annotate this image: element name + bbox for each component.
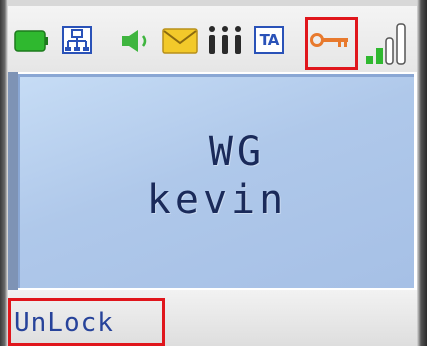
- signal-strength-icon: [366, 23, 406, 65]
- device-bezel-left: [0, 0, 8, 346]
- speaker-icon: [122, 30, 147, 52]
- main-display: WG kevin: [18, 74, 414, 288]
- lines-icon: [209, 26, 241, 54]
- network-icon: [62, 26, 92, 54]
- display-line-1: WG: [208, 129, 266, 175]
- ta-icon: TA: [254, 26, 284, 54]
- message-icon: [162, 28, 198, 54]
- display-edge: [8, 72, 18, 290]
- ta-label: TA: [259, 31, 280, 49]
- battery-icon: [14, 30, 48, 52]
- unlock-softkey-highlight: [8, 298, 165, 346]
- display-line-2: kevin: [146, 177, 288, 223]
- key-icon-highlight: [305, 17, 358, 70]
